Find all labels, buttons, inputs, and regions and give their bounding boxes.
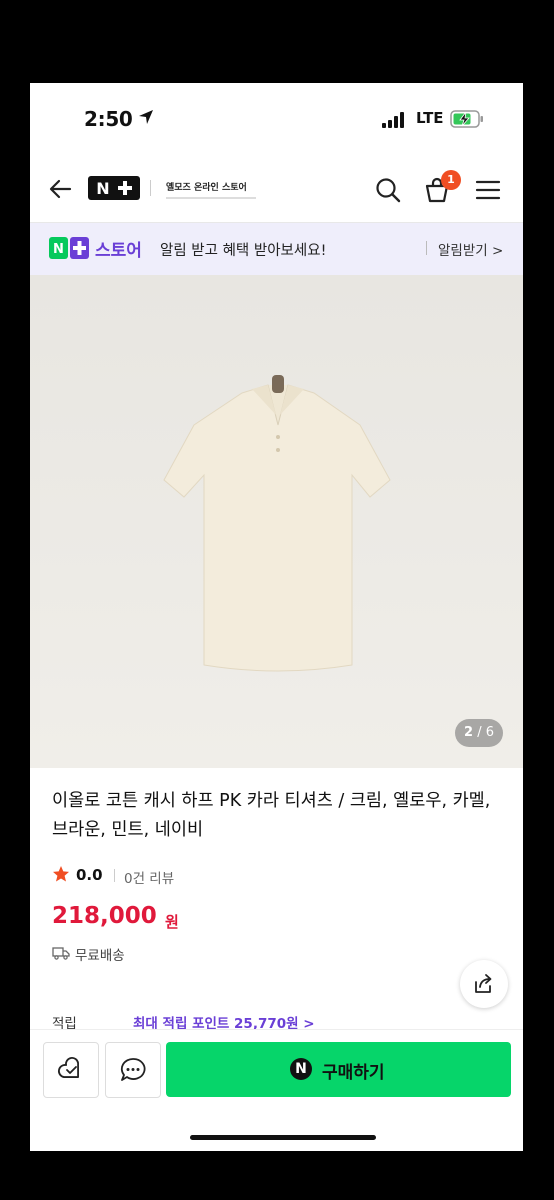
shipping-info: 무료배송 <box>75 948 125 964</box>
cart-count-badge: 1 <box>441 170 461 190</box>
location-arrow-icon <box>139 110 153 124</box>
product-price: 218,000 <box>52 903 157 929</box>
network-type: LTE <box>416 109 444 127</box>
search-icon[interactable] <box>374 176 402 204</box>
phone-screen: 2:50 LTE N 옐모즈 온라인 스토어 1 N 스토어 알림 받고 혜택 … <box>30 83 523 1151</box>
subscribe-alert-link[interactable]: 알림받기 > <box>438 239 503 259</box>
product-image[interactable] <box>30 275 523 768</box>
wishlist-button[interactable] <box>43 1042 99 1098</box>
back-arrow-icon[interactable] <box>48 176 74 202</box>
store-brand-label: 스토어 <box>95 241 142 261</box>
notification-banner[interactable]: N 스토어 알림 받고 혜택 받아보세요! 알림받기 > <box>30 223 523 275</box>
header-divider <box>150 180 151 196</box>
review-count[interactable]: 0건 리뷰 <box>124 867 174 887</box>
notice-text: 알림 받고 혜택 받아보세요! <box>160 243 327 259</box>
share-button[interactable] <box>460 960 508 1008</box>
heart-check-icon <box>58 1057 79 1078</box>
store-subtitle-line <box>166 197 256 199</box>
status-time: 2:50 <box>84 107 133 131</box>
store-name[interactable]: 옐모즈 온라인 스토어 <box>166 180 247 193</box>
naver-plus-store-logo: N <box>49 237 89 259</box>
status-bar: 2:50 LTE <box>30 83 523 158</box>
product-title: 이올로 코튼 캐시 하프 PK 카라 티셔츠 / 크림, 옐로우, 카멜, 브라… <box>52 791 491 840</box>
rating-divider <box>114 869 115 882</box>
naver-pay-icon: N <box>290 1058 312 1080</box>
top-nav: N 옐모즈 온라인 스토어 1 <box>30 158 523 223</box>
svg-text:N: N <box>96 179 109 198</box>
image-counter: 2 / 6 <box>455 719 503 747</box>
polo-shirt-image <box>30 275 523 768</box>
naver-plus-logo[interactable]: N <box>88 176 140 200</box>
battery-charging-icon <box>450 110 483 128</box>
share-icon <box>475 974 492 993</box>
buy-button[interactable]: N 구매하기 <box>166 1042 511 1097</box>
bottom-action-bar: N 구매하기 <box>30 1029 523 1151</box>
hamburger-menu-icon[interactable] <box>474 176 502 204</box>
chat-bubble-icon <box>120 1058 146 1081</box>
home-indicator[interactable] <box>190 1135 376 1140</box>
svg-text:N: N <box>53 242 64 257</box>
star-icon <box>53 866 69 882</box>
chat-button[interactable] <box>105 1042 161 1098</box>
buy-button-label: 구매하기 <box>322 1063 385 1083</box>
notice-divider <box>426 241 427 255</box>
price-currency: 원 <box>165 913 179 931</box>
signal-bars-icon <box>382 112 404 128</box>
delivery-truck-icon <box>52 947 70 960</box>
rating-score: 0.0 <box>76 866 103 884</box>
